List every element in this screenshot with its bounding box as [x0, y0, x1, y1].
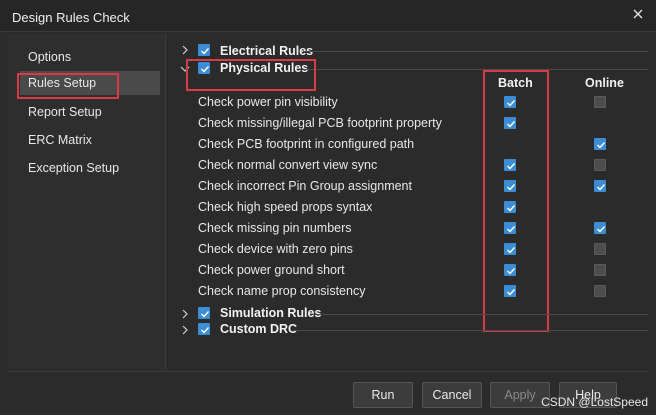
sidebar-item-erc-matrix[interactable]: ERC Matrix [20, 128, 92, 152]
sidebar-item-exception-setup[interactable]: Exception Setup [20, 156, 119, 180]
window-title: Design Rules Check [12, 10, 130, 25]
rule-label: Check PCB footprint in configured path [198, 137, 415, 151]
rule-label: Check device with zero pins [198, 242, 353, 256]
annotation-highlight-batch-column [483, 70, 549, 332]
online-column-header: Online [585, 76, 624, 90]
title-bar: Design Rules Check [0, 0, 656, 32]
online-checkbox[interactable] [594, 96, 606, 108]
close-icon[interactable] [630, 6, 646, 22]
rule-label: Check name prop consistency [198, 284, 366, 298]
section-divider [303, 69, 648, 70]
rule-label: Check normal convert view sync [198, 158, 378, 172]
simulation-rules-label: Simulation Rules [220, 306, 322, 320]
online-checkbox[interactable] [594, 243, 606, 255]
chevron-right-icon[interactable] [180, 309, 190, 319]
rule-label: Check high speed props syntax [198, 200, 373, 214]
rule-label: Check incorrect Pin Group assignment [198, 179, 412, 193]
online-checkbox[interactable] [594, 264, 606, 276]
section-divider [313, 314, 648, 315]
rule-label: Check power pin visibility [198, 95, 338, 109]
online-checkbox[interactable] [594, 222, 606, 234]
rule-label: Check missing/illegal PCB footprint prop… [198, 116, 442, 130]
cancel-button[interactable]: Cancel [422, 382, 482, 408]
annotation-highlight-rules-setup [17, 73, 119, 99]
sidebar-item-options[interactable]: Options [20, 45, 71, 69]
custom-drc-label: Custom DRC [220, 322, 298, 336]
annotation-highlight-physical-rules [186, 59, 316, 91]
online-checkbox[interactable] [594, 138, 606, 150]
electrical-rules-label: Electrical Rules [220, 44, 314, 58]
run-button[interactable]: Run [353, 382, 413, 408]
rule-label: Check power ground short [198, 263, 345, 277]
simulation-rules-checkbox[interactable] [198, 307, 210, 319]
online-checkbox[interactable] [594, 159, 606, 171]
online-checkbox[interactable] [594, 285, 606, 297]
section-divider [303, 51, 648, 52]
rule-label: Check missing pin numbers [198, 221, 352, 235]
chevron-right-icon[interactable] [180, 325, 190, 335]
electrical-rules-checkbox[interactable] [198, 44, 210, 56]
online-checkbox[interactable] [594, 180, 606, 192]
sidebar-item-report-setup[interactable]: Report Setup [20, 100, 102, 124]
watermark: CSDN @LostSpeed [541, 395, 648, 409]
custom-drc-checkbox[interactable] [198, 323, 210, 335]
section-divider [293, 330, 648, 331]
chevron-right-icon[interactable] [180, 45, 190, 55]
